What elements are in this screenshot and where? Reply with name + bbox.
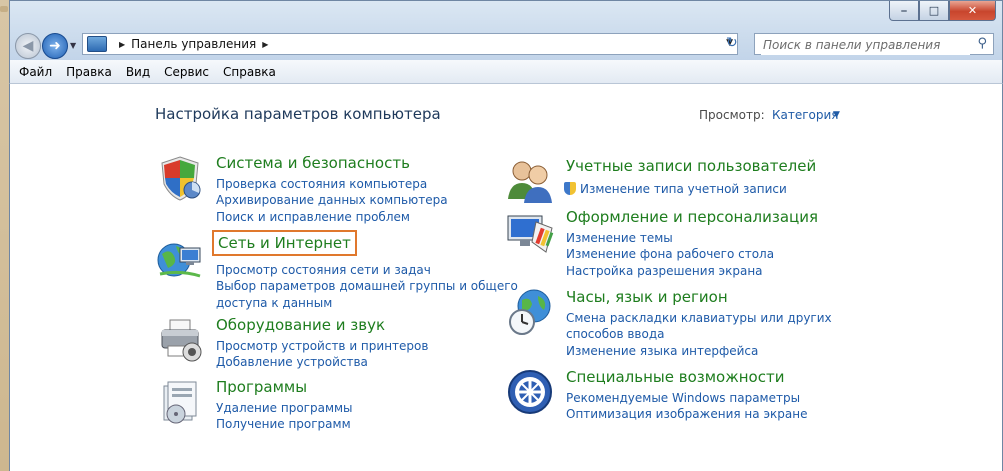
category-heading[interactable]: Специальные возможности xyxy=(566,368,784,386)
category-ease-of-access: Специальные возможности Рекомендуемые Wi… xyxy=(506,368,906,428)
category-appearance: Оформление и персонализация Изменение те… xyxy=(506,208,906,278)
category-hardware-sound: Оборудование и звук Просмотр устройств и… xyxy=(156,316,496,376)
shield-icon xyxy=(161,156,201,201)
search-input[interactable] xyxy=(761,35,970,55)
refresh-icon[interactable]: ↻ xyxy=(726,35,738,51)
address-bar[interactable]: ▶ Панель управления ▶ ▼ xyxy=(82,33,738,55)
menu-bar: Файл Правка Вид Сервис Справка xyxy=(9,60,1003,84)
category-links: Просмотр устройств и принтеров Добавлени… xyxy=(216,338,428,371)
link-optimize-visual-display[interactable]: Оптимизация изображения на экране xyxy=(566,406,807,422)
link-change-display-language[interactable]: Изменение языка интерфейса xyxy=(566,343,832,359)
category-links: Удаление программы Получение программ xyxy=(216,400,353,433)
content-area: Настройка параметров компьютера Просмотр… xyxy=(9,84,1003,471)
link-get-programs[interactable]: Получение программ xyxy=(216,416,353,432)
view-mode-dropdown[interactable]: Категория xyxy=(772,108,839,122)
printer-icon xyxy=(161,319,202,362)
category-heading[interactable]: Сеть и Интернет xyxy=(212,230,357,256)
link-change-keyboards[interactable]: Смена раскладки клавиатуры или других xyxy=(566,310,832,326)
caption-buttons: ⎯ □ ✕ xyxy=(889,1,996,21)
link-adjust-resolution[interactable]: Настройка разрешения экрана xyxy=(566,263,774,279)
breadcrumb-separator-icon[interactable]: ▶ xyxy=(119,40,125,49)
category-heading[interactable]: Оформление и персонализация xyxy=(566,208,818,226)
link-homegroup-options[interactable]: Выбор параметров домашней группы и общег… xyxy=(216,278,518,294)
maximize-icon: □ xyxy=(928,4,940,17)
category-links: Изменение темы Изменение фона рабочего с… xyxy=(566,230,774,279)
search-box: ⚲ xyxy=(754,33,994,55)
programs-icon xyxy=(163,381,197,424)
category-heading[interactable]: Учетные записи пользователей xyxy=(566,157,816,175)
category-system-security: Система и безопасность Проверка состояни… xyxy=(156,154,496,224)
link-change-account-type[interactable]: Изменение типа учетной записи xyxy=(564,181,787,197)
link-change-theme[interactable]: Изменение темы xyxy=(566,230,774,246)
category-links: Проверка состояния компьютера Архивирова… xyxy=(216,176,448,225)
link-backup-computer[interactable]: Архивирование данных компьютера xyxy=(216,192,448,208)
link-homegroup-options-cont[interactable]: доступа к данным xyxy=(216,295,518,311)
forward-button[interactable]: ➜ xyxy=(42,33,68,59)
menu-edit[interactable]: Правка xyxy=(59,65,119,79)
category-heading[interactable]: Программы xyxy=(216,378,307,396)
chevron-down-icon[interactable]: ▼ xyxy=(833,110,840,120)
breadcrumb-separator-icon[interactable]: ▶ xyxy=(262,40,268,49)
menu-help[interactable]: Справка xyxy=(216,65,283,79)
link-change-account-type-label: Изменение типа учетной записи xyxy=(580,182,787,196)
maximize-button[interactable]: □ xyxy=(919,1,949,21)
breadcrumb-control-panel[interactable]: Панель управления xyxy=(131,37,256,51)
clock-globe-icon xyxy=(509,289,551,335)
category-heading[interactable]: Оборудование и звук xyxy=(216,316,385,334)
view-label: Просмотр: xyxy=(699,108,765,122)
category-network-internet: Сеть и Интернет Просмотр состояния сети … xyxy=(156,230,518,314)
control-panel-icon xyxy=(87,36,107,52)
window-frame: ⎯ □ ✕ ◀ ➜ ▼ ▶ Панель управления ▶ ▼ ↻ ⚲ xyxy=(9,0,1003,61)
recent-pages-dropdown[interactable]: ▼ xyxy=(70,41,76,50)
close-button[interactable]: ✕ xyxy=(949,1,996,21)
category-links: Смена раскладки клавиатуры или других сп… xyxy=(566,310,832,359)
display-palette-icon xyxy=(507,215,554,253)
link-troubleshoot[interactable]: Поиск и исправление проблем xyxy=(216,209,448,225)
network-globe-icon xyxy=(157,243,201,278)
category-heading[interactable]: Система и безопасность xyxy=(216,154,410,172)
accessibility-icon xyxy=(508,370,552,414)
arrow-right-icon: ➜ xyxy=(49,38,61,54)
minimize-icon: ⎯ xyxy=(901,3,907,17)
category-clock-language-region: Часы, язык и регион Смена раскладки клав… xyxy=(506,288,906,363)
back-button[interactable]: ◀ xyxy=(15,33,41,59)
link-change-desktop-background[interactable]: Изменение фона рабочего стола xyxy=(566,246,774,262)
arrow-left-icon: ◀ xyxy=(22,38,34,54)
link-add-device[interactable]: Добавление устройства xyxy=(216,354,428,370)
link-devices-printers[interactable]: Просмотр устройств и принтеров xyxy=(216,338,428,354)
link-network-status[interactable]: Просмотр состояния сети и задач xyxy=(216,262,518,278)
category-links: Изменение типа учетной записи xyxy=(564,181,787,197)
search-icon[interactable]: ⚲ xyxy=(977,36,987,51)
users-icon xyxy=(508,161,552,203)
link-check-computer-status[interactable]: Проверка состояния компьютера xyxy=(216,176,448,192)
category-heading[interactable]: Часы, язык и регион xyxy=(566,288,728,306)
control-panel-window: ⎯ □ ✕ ◀ ➜ ▼ ▶ Панель управления ▶ ▼ ↻ ⚲ … xyxy=(9,0,1003,471)
link-recommended-settings[interactable]: Рекомендуемые Windows параметры xyxy=(566,390,807,406)
link-uninstall-program[interactable]: Удаление программы xyxy=(216,400,353,416)
menu-tools[interactable]: Сервис xyxy=(157,65,216,79)
category-user-accounts: Учетные записи пользователей Изменение т… xyxy=(506,157,906,207)
close-icon: ✕ xyxy=(967,4,978,17)
category-links: Рекомендуемые Windows параметры Оптимиза… xyxy=(566,390,807,423)
menu-file[interactable]: Файл xyxy=(12,65,59,79)
category-links: Просмотр состояния сети и задач Выбор па… xyxy=(216,262,518,311)
category-programs: Программы Удаление программы Получение п… xyxy=(156,378,496,438)
page-title: Настройка параметров компьютера xyxy=(155,105,441,123)
menu-view[interactable]: Вид xyxy=(119,65,157,79)
uac-shield-icon xyxy=(564,182,576,195)
link-change-keyboards-cont[interactable]: способов ввода xyxy=(566,326,832,342)
navigation-bar: ◀ ➜ ▼ ▶ Панель управления ▶ ▼ ↻ ⚲ xyxy=(10,29,1002,61)
minimize-button[interactable]: ⎯ xyxy=(889,1,919,21)
